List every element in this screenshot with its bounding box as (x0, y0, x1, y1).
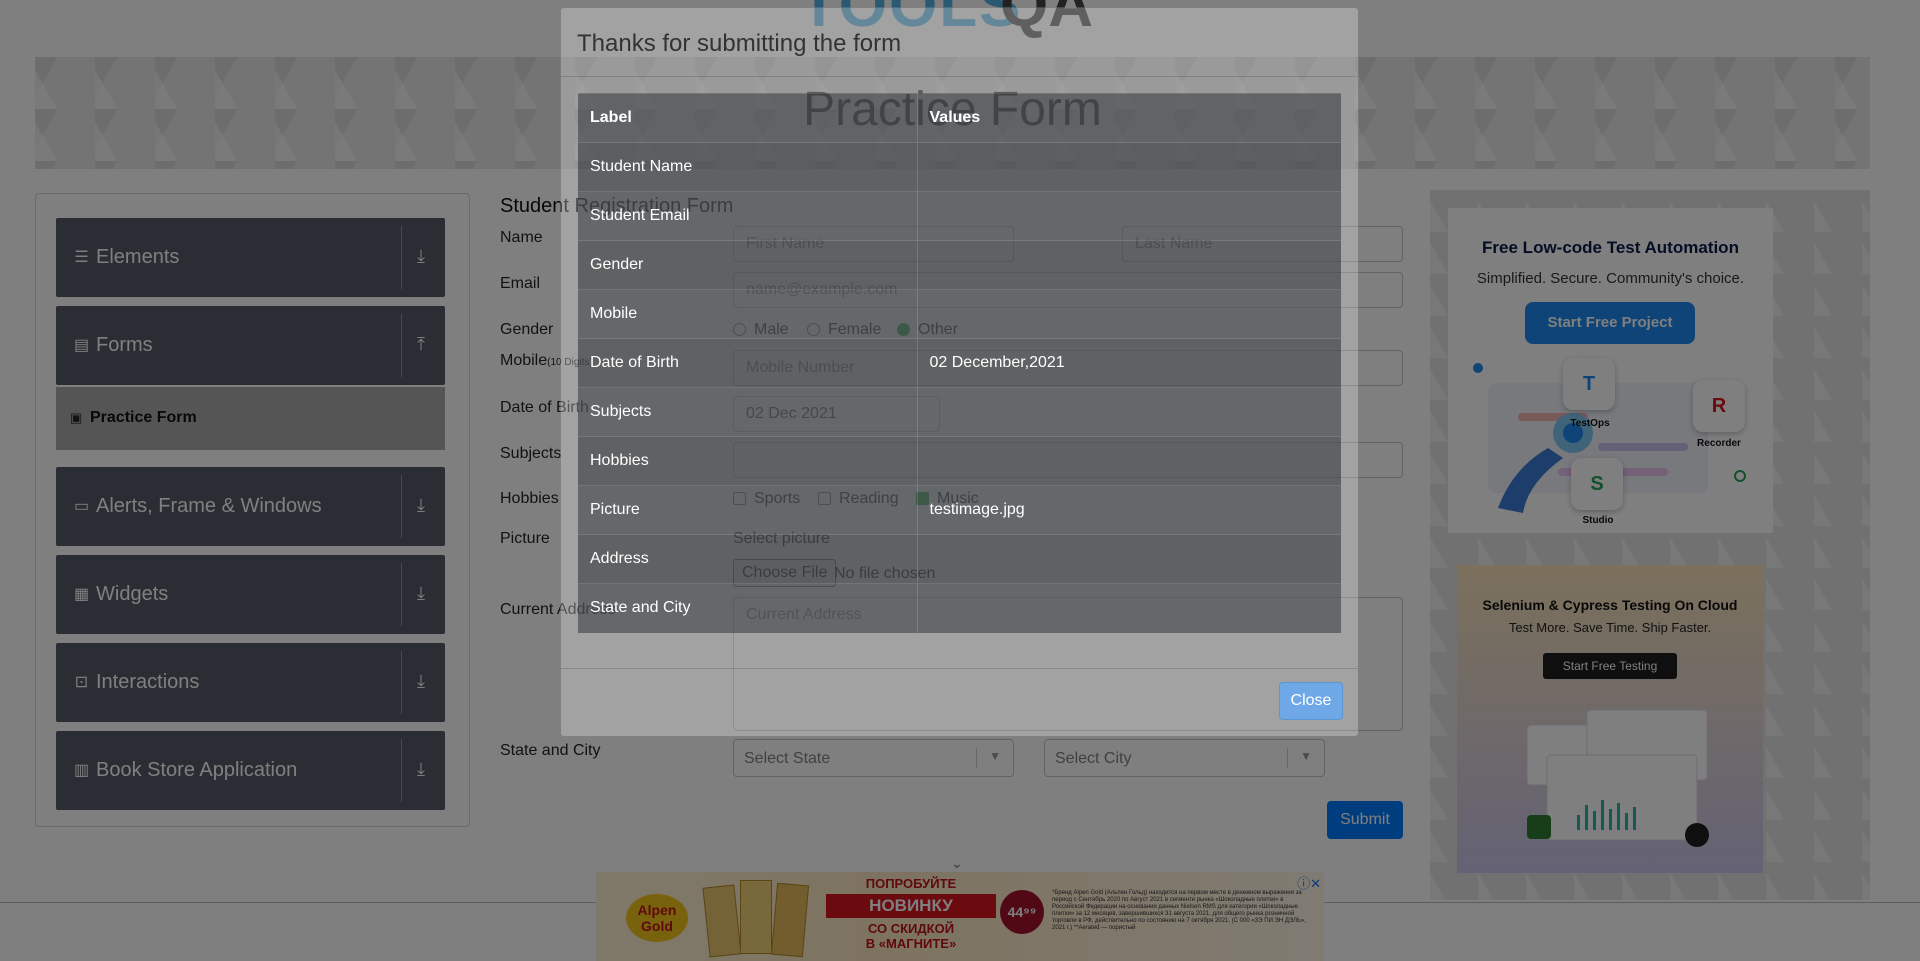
row-value (917, 436, 1341, 486)
modal-footer-divider (561, 668, 1358, 669)
column-header: Label (578, 93, 918, 143)
row-label: State and City (578, 583, 918, 633)
column-header: Values (917, 93, 1341, 143)
row-label: Student Name (578, 142, 918, 192)
row-value (917, 191, 1341, 241)
table-row: State and City (578, 583, 1341, 633)
row-label: Mobile (578, 289, 918, 339)
row-value (917, 240, 1341, 290)
results-table: Label Values Student Name Student Email … (578, 93, 1341, 633)
close-button[interactable]: Close (1279, 682, 1343, 720)
row-value (917, 142, 1341, 192)
submission-modal: Thanks for submitting the form Label Val… (560, 7, 1359, 737)
table-row: Date of Birth 02 December,2021 (578, 338, 1341, 388)
table-row: Picture testimage.jpg (578, 485, 1341, 535)
row-label: Gender (578, 240, 918, 290)
row-value: 02 December,2021 (917, 338, 1341, 388)
table-row: Subjects (578, 387, 1341, 437)
table-row: Mobile (578, 289, 1341, 339)
row-label: Student Email (578, 191, 918, 241)
modal-title: Thanks for submitting the form (577, 30, 902, 57)
row-label: Address (578, 534, 918, 584)
table-header-row: Label Values (578, 93, 1341, 143)
table-row: Hobbies (578, 436, 1341, 486)
table-row: Address (578, 534, 1341, 584)
row-value (917, 534, 1341, 584)
table-row: Student Email (578, 191, 1341, 241)
row-value: testimage.jpg (917, 485, 1341, 535)
modal-header-divider (561, 76, 1358, 77)
row-label: Date of Birth (578, 338, 918, 388)
table-row: Gender (578, 240, 1341, 290)
row-value (917, 387, 1341, 437)
table-row: Student Name (578, 142, 1341, 192)
row-label: Subjects (578, 387, 918, 437)
row-label: Picture (578, 485, 918, 535)
row-label: Hobbies (578, 436, 918, 486)
row-value (917, 289, 1341, 339)
row-value (917, 583, 1341, 633)
